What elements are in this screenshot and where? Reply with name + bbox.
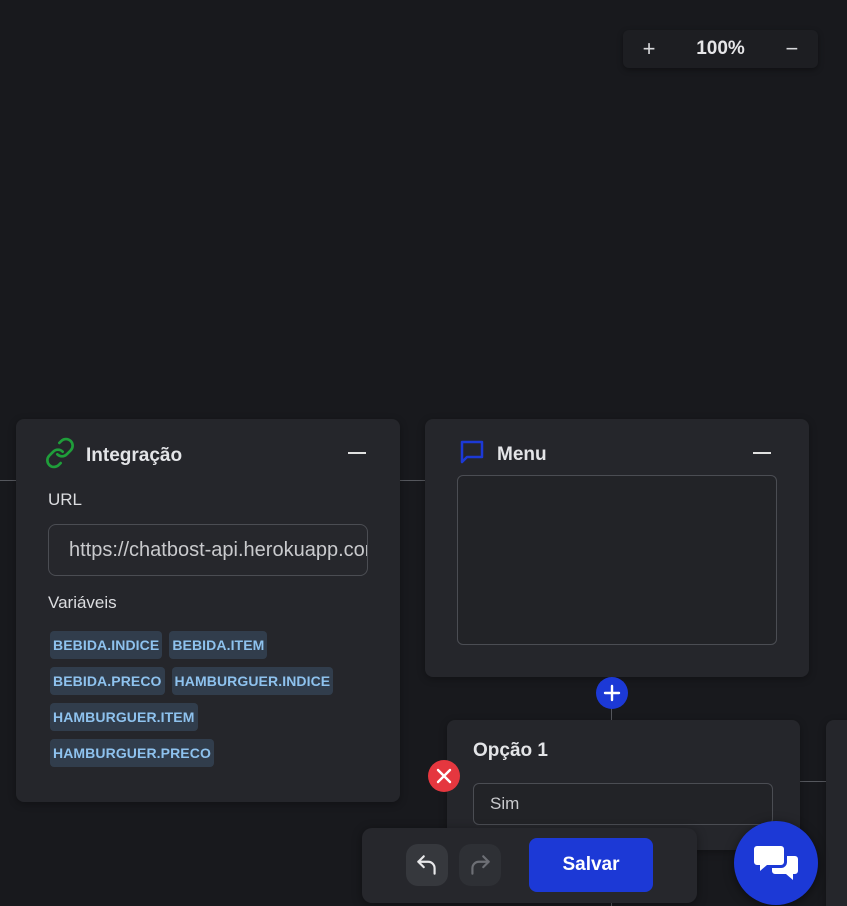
variables-list: BEBIDA.INDICE BEBIDA.ITEM BEBIDA.PRECO H…	[50, 631, 370, 775]
connector-line	[0, 480, 16, 481]
option-title: Opção 1	[473, 740, 548, 761]
card-header: Menu	[457, 437, 547, 472]
card-title: Menu	[497, 443, 547, 465]
chat-bubble-icon	[457, 437, 487, 472]
add-option-button[interactable]	[596, 677, 628, 709]
partial-card	[826, 720, 847, 906]
bottom-toolbar: Salvar	[362, 828, 697, 903]
redo-icon	[471, 855, 490, 875]
minus-icon	[753, 452, 771, 454]
variable-tag[interactable]: BEBIDA.PRECO	[50, 667, 165, 695]
tag-row: BEBIDA.PRECO HAMBURGUER.INDICE	[50, 667, 370, 695]
zoom-in-button[interactable]: +	[639, 38, 659, 60]
flow-canvas[interactable]: + 100% − Integração URL https://chatbost…	[0, 0, 847, 906]
chat-bubbles-icon	[754, 846, 798, 880]
zoom-control: + 100% −	[623, 30, 818, 68]
redo-button[interactable]	[459, 844, 501, 886]
connector-line	[400, 480, 425, 481]
url-input[interactable]: https://chatbost-api.herokuapp.com	[48, 524, 368, 576]
variable-tag[interactable]: HAMBURGUER.ITEM	[50, 703, 198, 731]
variable-tag[interactable]: HAMBURGUER.INDICE	[171, 667, 334, 695]
card-title: Integração	[86, 444, 183, 466]
variables-label: Variáveis	[48, 593, 117, 612]
close-icon	[436, 768, 452, 784]
undo-button[interactable]	[406, 844, 448, 886]
zoom-out-button[interactable]: −	[782, 38, 802, 60]
tag-row: BEBIDA.INDICE BEBIDA.ITEM	[50, 631, 370, 659]
variable-tag[interactable]: HAMBURGUER.PRECO	[50, 739, 214, 767]
menu-message-textarea[interactable]	[457, 475, 777, 645]
variable-tag[interactable]: BEBIDA.INDICE	[50, 631, 163, 659]
url-label: URL	[48, 490, 83, 509]
variable-tag[interactable]: BEBIDA.ITEM	[169, 631, 268, 659]
option-value: Sim	[490, 794, 520, 813]
card-header: Integração	[44, 437, 182, 474]
chat-support-button[interactable]	[734, 821, 818, 905]
zoom-level: 100%	[696, 38, 745, 59]
delete-option-button[interactable]	[428, 760, 460, 792]
tag-row: HAMBURGUER.PRECO	[50, 739, 370, 767]
minus-icon	[348, 452, 366, 454]
collapse-button[interactable]	[747, 441, 777, 465]
undo-icon	[417, 855, 436, 875]
tag-row: HAMBURGUER.ITEM	[50, 703, 370, 731]
menu-card[interactable]: Menu	[425, 419, 809, 677]
plus-icon	[603, 684, 621, 702]
integration-card[interactable]: Integração URL https://chatbost-api.hero…	[16, 419, 400, 802]
link-icon	[44, 437, 76, 474]
url-value: https://chatbost-api.herokuapp.com	[69, 538, 368, 561]
collapse-button[interactable]	[342, 441, 372, 465]
connector-line	[800, 781, 826, 782]
option-input[interactable]: Sim	[473, 783, 773, 825]
save-button[interactable]: Salvar	[529, 838, 653, 892]
